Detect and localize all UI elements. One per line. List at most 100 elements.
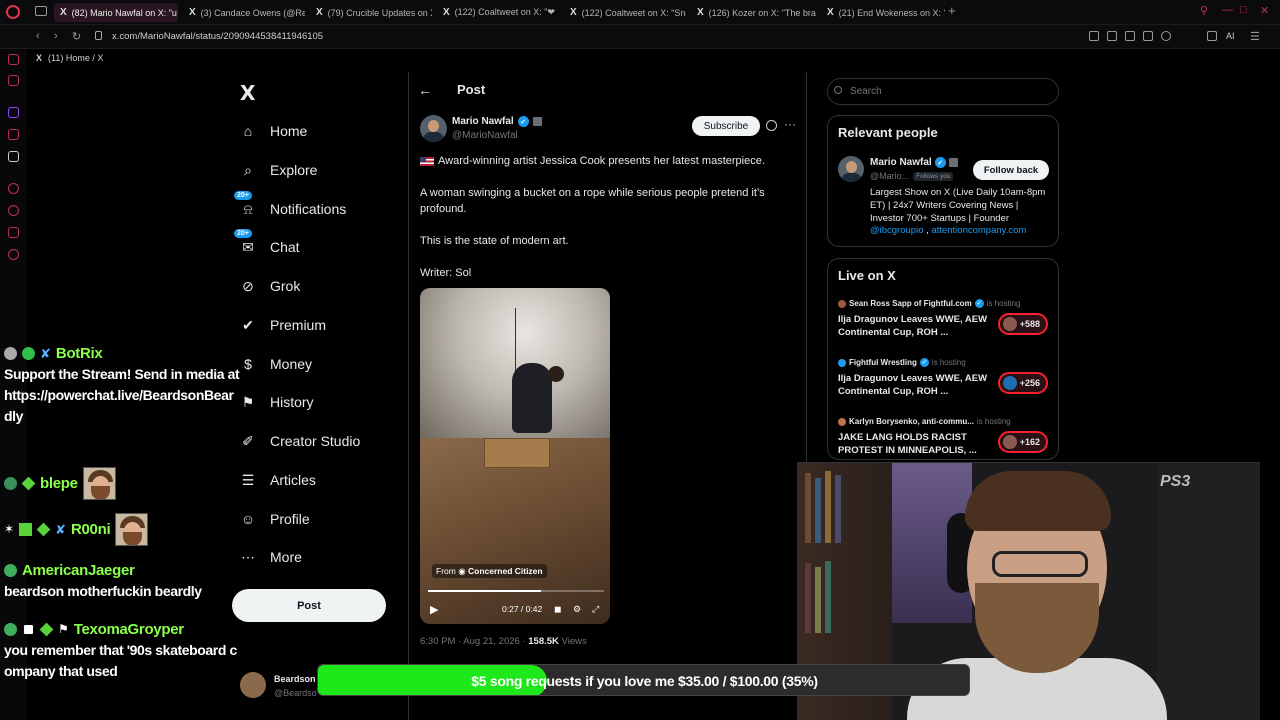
clock-icon[interactable] bbox=[8, 205, 19, 216]
card-title: Relevant people bbox=[838, 125, 938, 140]
host-name: Sean Ross Sapp of Fightful.com bbox=[849, 299, 972, 308]
account-avatar[interactable] bbox=[240, 672, 266, 698]
volume-icon[interactable]: ◼ bbox=[554, 604, 561, 615]
live-host: Sean Ross Sapp of Fightful.com ✓ is hostin… bbox=[838, 299, 1048, 308]
x-favicon-icon: X bbox=[827, 7, 834, 18]
close-window-icon[interactable]: ✕ bbox=[1260, 4, 1269, 17]
tab[interactable]: X (122) Coaltweet on X: "❤ bbox=[437, 3, 559, 22]
back-arrow-icon[interactable]: ← bbox=[418, 82, 432, 98]
reload-icon[interactable]: ↻ bbox=[72, 30, 81, 43]
forward-icon[interactable]: › bbox=[54, 30, 58, 42]
url-field[interactable]: x.com/MarioNawfal/status/209094453841194… bbox=[112, 31, 323, 42]
download-icon[interactable] bbox=[1207, 31, 1217, 41]
minimize-icon[interactable]: — bbox=[1222, 4, 1233, 16]
post-button[interactable]: Post bbox=[232, 589, 386, 622]
fullscreen-icon[interactable]: ⤢ bbox=[592, 604, 599, 615]
nav-item-money[interactable]: $ Money bbox=[240, 349, 312, 379]
blade-badge-icon: ✶ bbox=[4, 522, 15, 536]
menu-icon[interactable]: ☰ bbox=[1250, 30, 1260, 43]
nav-item-notifications[interactable]: ⍾ 20+ Notifications bbox=[234, 191, 347, 224]
grok-icon[interactable] bbox=[766, 120, 777, 131]
more-options-icon[interactable]: ··· bbox=[784, 117, 796, 131]
author-avatar[interactable] bbox=[420, 115, 447, 142]
nav-item-label: More bbox=[270, 549, 302, 565]
nav-item-label: Money bbox=[270, 356, 313, 372]
count-text: +588 bbox=[1019, 319, 1040, 329]
bookmark-page-icon[interactable] bbox=[1089, 31, 1099, 41]
book bbox=[805, 473, 811, 543]
heart-icon[interactable] bbox=[1161, 31, 1171, 41]
shield-icon[interactable] bbox=[1125, 31, 1135, 41]
x-logo[interactable]: X bbox=[240, 81, 255, 105]
from-prefix: From bbox=[436, 566, 456, 576]
sidebar-app-icon[interactable] bbox=[8, 54, 19, 65]
sidebar-app-icon[interactable] bbox=[8, 183, 19, 194]
nav-item-more[interactable]: ⋯ More bbox=[240, 542, 302, 572]
back-icon[interactable]: ‹ bbox=[36, 30, 40, 42]
browser-logo-icon[interactable] bbox=[6, 5, 20, 19]
live-listener-count: +588 bbox=[998, 313, 1048, 335]
nav-item-history[interactable]: ⚑ History bbox=[240, 387, 314, 417]
author-name[interactable]: Mario Nawfal ✓ bbox=[452, 116, 542, 127]
post-timestamp[interactable]: 6:30 PM · Aug 21, 2026 · bbox=[420, 636, 526, 647]
tab[interactable]: X (3) Candace Owens (@Re bbox=[183, 3, 305, 22]
x-app-icon[interactable] bbox=[8, 151, 19, 162]
new-tab-button[interactable]: + bbox=[948, 3, 956, 18]
screenshot-icon[interactable] bbox=[1107, 31, 1117, 41]
nav-item-label: Notifications bbox=[270, 201, 347, 217]
nav-item-articles[interactable]: ☰ Articles bbox=[240, 465, 316, 495]
tab[interactable]: X (21) End Wokeness on X: " bbox=[821, 3, 945, 22]
tab-overview-icon[interactable] bbox=[35, 6, 47, 16]
nav-item-home[interactable]: ⌂ Home bbox=[240, 116, 308, 146]
nav-item-premium[interactable]: ✔ Premium bbox=[240, 310, 326, 340]
bookmark-item[interactable]: X (11) Home / X bbox=[36, 53, 103, 63]
tab-title: (3) Candace Owens (@Re bbox=[200, 7, 305, 18]
nav-item-explore[interactable]: ⌕ Explore bbox=[240, 155, 317, 185]
sidebar-app-icon[interactable] bbox=[8, 227, 19, 238]
chat-message: ✘ BotRix Support the Stream! Send in med… bbox=[4, 342, 240, 427]
sidebar-app-icon[interactable] bbox=[8, 129, 19, 140]
tab[interactable]: X (126) Kozer on X: "The bra bbox=[691, 3, 817, 22]
bio-link[interactable]: attentioncompany.com bbox=[931, 225, 1026, 236]
verified-icon: ✓ bbox=[517, 116, 529, 127]
live-on-x-card: Live on X Sean Ross Sapp of Fightful.com… bbox=[827, 258, 1059, 460]
bio-link[interactable]: @ibcgroupio bbox=[870, 225, 923, 236]
video-source-label[interactable]: From ◉ Concerned Citizen bbox=[432, 564, 547, 578]
search-tabs-icon[interactable]: ⚲ bbox=[1200, 4, 1208, 17]
video-progress-bar[interactable] bbox=[428, 590, 604, 592]
tab[interactable]: X (122) Coaltweet on X: "Sne bbox=[564, 3, 686, 22]
twitch-icon[interactable] bbox=[8, 107, 19, 118]
verified-icon: ✓ bbox=[974, 299, 984, 308]
grok-icon: ⊘ bbox=[242, 277, 254, 294]
search-input[interactable]: Search bbox=[827, 78, 1059, 105]
card-title: Live on X bbox=[838, 268, 896, 283]
nav-item-grok[interactable]: ⊘ Grok bbox=[240, 271, 300, 301]
play-icon[interactable]: ▶ bbox=[430, 603, 438, 616]
live-item[interactable]: Fightful Wrestling ✓ is hosting Ilja Dragu… bbox=[838, 358, 1048, 398]
host-avatar bbox=[838, 358, 846, 367]
play-icon[interactable] bbox=[1143, 31, 1153, 41]
chat-icon: ✉ 20+ bbox=[234, 229, 256, 255]
follow-back-button[interactable]: Follow back bbox=[973, 160, 1049, 180]
page-title: Post bbox=[457, 82, 486, 97]
nav-item-profile[interactable]: ☺ Profile bbox=[240, 504, 310, 534]
nav-item-label: Creator Studio bbox=[270, 433, 361, 449]
live-item[interactable]: Karlyn Borysenko, anti-commu... is hostin… bbox=[838, 417, 1048, 457]
person-name[interactable]: Mario Nawfal ✓ bbox=[870, 157, 958, 168]
sidebar-app-icon[interactable] bbox=[8, 75, 19, 86]
nav-item-label: Chat bbox=[270, 239, 300, 255]
account-name[interactable]: Beardson bbox=[274, 674, 316, 684]
ai-button[interactable]: AI bbox=[1226, 31, 1235, 41]
nav-item-creator-studio[interactable]: ✐ Creator Studio bbox=[240, 426, 360, 456]
settings-icon[interactable] bbox=[8, 249, 19, 260]
nav-item-chat[interactable]: ✉ 20+ Chat bbox=[234, 229, 300, 262]
settings-icon[interactable]: ⚙ bbox=[573, 604, 581, 615]
person-avatar[interactable] bbox=[838, 156, 864, 182]
live-item[interactable]: Sean Ross Sapp of Fightful.com ✓ is hostin… bbox=[838, 299, 1048, 339]
maximize-icon[interactable]: □ bbox=[1240, 4, 1247, 16]
subscribe-button[interactable]: Subscribe bbox=[692, 116, 760, 136]
live-host: Fightful Wrestling ✓ is hosting bbox=[838, 358, 1048, 367]
tab-title: (122) Coaltweet on X: "Sne bbox=[581, 7, 686, 18]
tab-active[interactable]: X (82) Mario Nawfal on X: "u bbox=[54, 3, 178, 22]
tab[interactable]: X (79) Crucible Updates on X bbox=[310, 3, 432, 22]
